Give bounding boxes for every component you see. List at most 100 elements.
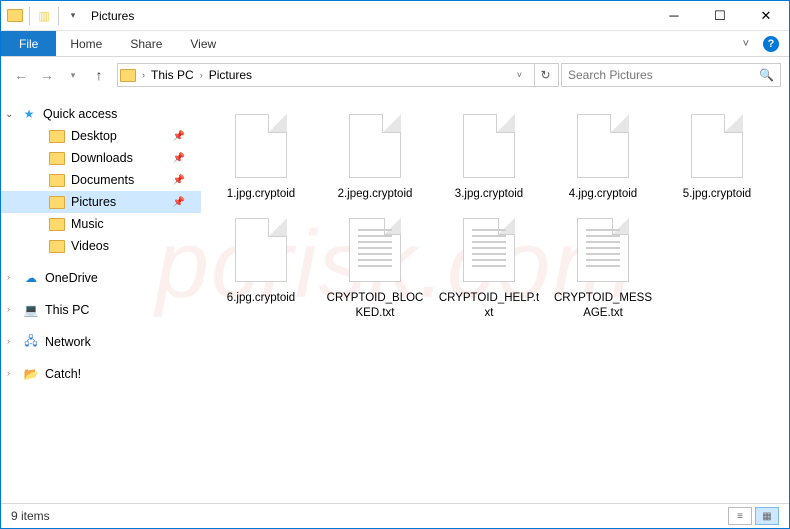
- quick-access-toolbar: ▥ ▾: [1, 7, 81, 25]
- sidebar-root-label: OneDrive: [45, 271, 98, 285]
- file-name: CRYPTOID_BLOCKED.txt: [323, 291, 427, 320]
- blank-file-icon: [235, 218, 287, 282]
- file-name: 1.jpg.cryptoid: [227, 187, 295, 201]
- sidebar-item-downloads[interactable]: Downloads 📌: [1, 147, 201, 169]
- blank-file-icon: [577, 114, 629, 178]
- sidebar-item-pictures[interactable]: Pictures📌: [1, 191, 201, 213]
- pin-icon: 📌: [173, 153, 185, 164]
- sidebar-item-label: Downloads: [71, 151, 133, 165]
- text-file-icon: [463, 218, 515, 282]
- net-icon: 🖧: [23, 334, 39, 350]
- expand-icon[interactable]: ›: [7, 304, 10, 314]
- text-file-icon: [349, 218, 401, 282]
- file-name: CRYPTOID_MESSAGE.txt: [551, 291, 655, 320]
- star-icon: ★: [21, 106, 37, 122]
- refresh-button[interactable]: ↻: [534, 64, 556, 86]
- sidebar-item-videos[interactable]: Videos: [1, 235, 201, 257]
- file-item[interactable]: CRYPTOID_HELP.txt: [435, 211, 543, 324]
- sidebar-root-catch[interactable]: 📂 Catch!: [1, 363, 201, 385]
- window-title: Pictures: [81, 9, 651, 23]
- file-item[interactable]: 2.jpeg.cryptoid: [321, 107, 429, 205]
- sidebar-root-network[interactable]: 🖧Network: [1, 331, 201, 353]
- file-item[interactable]: 1.jpg.cryptoid: [207, 107, 315, 205]
- file-name: 6.jpg.cryptoid: [227, 291, 295, 305]
- sidebar-item-label: Documents: [71, 173, 134, 187]
- folder-icon: [49, 238, 65, 254]
- search-icon[interactable]: 🔍: [759, 68, 774, 82]
- forward-button[interactable]: →: [35, 63, 59, 87]
- maximize-button[interactable]: ☐: [697, 1, 743, 31]
- blank-file-icon: [235, 114, 287, 178]
- sidebar-item-documents[interactable]: Documents 📌: [1, 169, 201, 191]
- blank-file-icon: [463, 114, 515, 178]
- tab-home[interactable]: Home: [56, 31, 116, 56]
- history-dropdown-icon[interactable]: ˅: [511, 70, 528, 80]
- folder-icon: [49, 194, 65, 210]
- folder-icon: [49, 128, 65, 144]
- navigation-pane: ⌄ ★ Quick access Desktop📌Downloads📌Docum…: [1, 93, 201, 503]
- blank-file-icon: [349, 114, 401, 178]
- item-count: 9 items: [11, 509, 50, 523]
- folder-icon: [49, 150, 65, 166]
- blank-file-icon: [691, 114, 743, 178]
- file-tab[interactable]: File: [1, 31, 56, 56]
- folder-icon: 📂: [23, 366, 39, 382]
- properties-icon[interactable]: ▥: [36, 8, 52, 24]
- sidebar-item-label: Videos: [71, 239, 109, 253]
- file-name: 2.jpeg.cryptoid: [338, 187, 413, 201]
- sidebar-root-thispc[interactable]: 💻This PC: [1, 299, 201, 321]
- breadcrumb-label: Pictures: [209, 68, 252, 82]
- sidebar-root-onedrive[interactable]: ☁OneDrive: [1, 267, 201, 289]
- details-view-button[interactable]: ≡: [728, 507, 752, 525]
- collapse-icon[interactable]: ⌄: [5, 109, 15, 120]
- file-item[interactable]: 5.jpg.cryptoid: [663, 107, 771, 205]
- pin-icon: 📌: [173, 175, 185, 186]
- expand-icon[interactable]: ›: [7, 368, 10, 378]
- tab-view[interactable]: View: [176, 31, 230, 56]
- quick-access-label: Quick access: [43, 107, 117, 121]
- window-controls: ─ ☐ ✕: [651, 1, 789, 31]
- file-item[interactable]: 4.jpg.cryptoid: [549, 107, 657, 205]
- file-grid[interactable]: 1.jpg.cryptoid 2.jpeg.cryptoid 3.jpg.crypt…: [201, 93, 789, 503]
- breadcrumb[interactable]: Pictures: [209, 68, 252, 82]
- status-bar: 9 items ≡ ▦: [1, 504, 789, 528]
- breadcrumb[interactable]: This PC: [151, 68, 194, 82]
- body: ⌄ ★ Quick access Desktop📌Downloads📌Docum…: [1, 93, 789, 504]
- sidebar-item-label: Pictures: [71, 195, 116, 209]
- explorer-window: pcrisk.com ▥ ▾ Pictures ─ ☐ ✕ File Home …: [0, 0, 790, 529]
- sidebar-item-label: Music: [71, 217, 104, 231]
- qat-dropdown-icon[interactable]: ▾: [65, 8, 81, 24]
- sidebar-item-desktop[interactable]: Desktop📌: [1, 125, 201, 147]
- text-file-icon: [577, 218, 629, 282]
- icons-view-button[interactable]: ▦: [755, 507, 779, 525]
- recent-locations-icon[interactable]: ▾: [61, 63, 85, 87]
- close-button[interactable]: ✕: [743, 1, 789, 31]
- location-icon: [120, 67, 136, 83]
- quick-access-group[interactable]: ⌄ ★ Quick access: [1, 103, 201, 125]
- tab-share[interactable]: Share: [116, 31, 176, 56]
- help-icon[interactable]: ?: [763, 36, 779, 52]
- address-bar[interactable]: › This PC › Pictures ˅ ↻: [117, 63, 559, 87]
- file-item[interactable]: 6.jpg.cryptoid: [207, 211, 315, 324]
- expand-icon[interactable]: ›: [7, 272, 10, 282]
- address-row: ← → ▾ ↑ › This PC › Pictures ˅ ↻ Search …: [1, 57, 789, 93]
- file-name: 4.jpg.cryptoid: [569, 187, 637, 201]
- file-item[interactable]: CRYPTOID_MESSAGE.txt: [549, 211, 657, 324]
- search-placeholder: Search Pictures: [568, 68, 653, 82]
- back-button[interactable]: ←: [9, 63, 33, 87]
- minimize-button[interactable]: ─: [651, 1, 697, 31]
- nav-buttons: ← → ▾ ↑: [5, 63, 115, 87]
- chevron-right-icon[interactable]: ›: [200, 70, 203, 80]
- search-input[interactable]: Search Pictures 🔍: [561, 63, 781, 87]
- ribbon: File Home Share View ˅ ?: [1, 31, 789, 57]
- chevron-right-icon[interactable]: ›: [142, 70, 145, 80]
- file-item[interactable]: 3.jpg.cryptoid: [435, 107, 543, 205]
- folder-icon: [49, 172, 65, 188]
- ribbon-collapse-icon[interactable]: ˅: [743, 38, 749, 50]
- sidebar-root-label: Catch!: [45, 367, 81, 381]
- file-item[interactable]: CRYPTOID_BLOCKED.txt: [321, 211, 429, 324]
- sidebar-item-music[interactable]: Music: [1, 213, 201, 235]
- expand-icon[interactable]: ›: [7, 336, 10, 346]
- up-button[interactable]: ↑: [87, 63, 111, 87]
- file-name: 3.jpg.cryptoid: [455, 187, 523, 201]
